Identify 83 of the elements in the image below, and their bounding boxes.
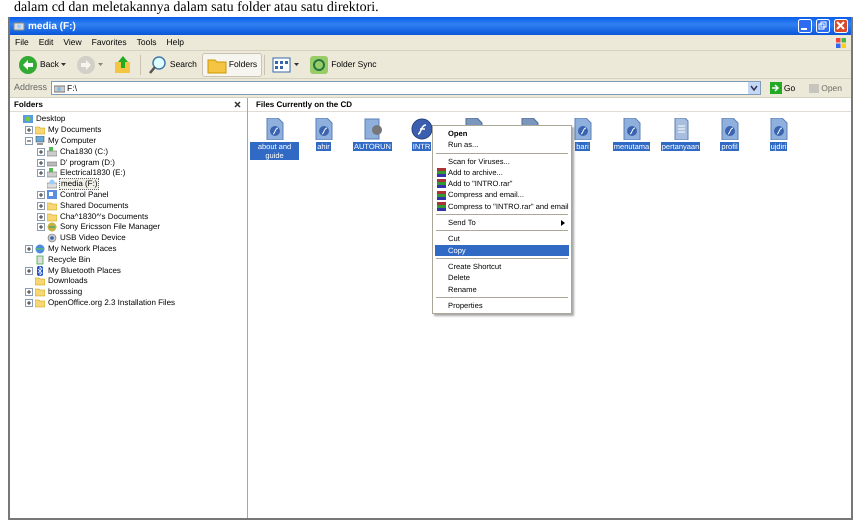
tree-item[interactable]: My Network Places [47, 244, 118, 254]
window-title: media (F:) [28, 20, 76, 34]
expander-icon[interactable] [37, 202, 45, 210]
menu-item[interactable]: View [58, 35, 87, 50]
phone-icon [47, 222, 57, 232]
tree-item[interactable]: brosssing [47, 287, 84, 298]
sync-button[interactable]: Folder Sync [304, 52, 382, 76]
tree-item[interactable]: Recycle Bin [47, 254, 92, 265]
tree-item[interactable]: Electrical1830 (E:) [59, 168, 126, 178]
tree-item[interactable]: Control Panel [59, 190, 110, 200]
tree-item[interactable]: D' program (D:) [59, 158, 116, 168]
expander-icon[interactable] [25, 244, 33, 253]
cd-drive-icon [47, 179, 57, 190]
tree-item[interactable]: OpenOffice.org 2.3 Installation Files [47, 298, 176, 308]
caret-icon [294, 63, 300, 66]
document-text: dalam cd dan meletakannya dalam satu folder atau satu direktori. [13, 0, 380, 16]
hard-drive-icon [47, 168, 57, 178]
caret-icon [60, 63, 66, 66]
bluetooth-icon [35, 266, 45, 276]
flash-document-icon [768, 118, 790, 140]
windows-logo-icon [835, 36, 847, 48]
menu-item[interactable]: Tools [132, 35, 162, 50]
caret-icon [98, 63, 103, 66]
expander-icon[interactable] [25, 126, 33, 134]
minimize-button[interactable] [798, 19, 812, 33]
flash-document-icon [264, 118, 286, 140]
views-icon [272, 54, 292, 74]
hard-drive-icon [47, 146, 57, 157]
dropdown-icon [748, 82, 760, 94]
flash-document-icon [718, 118, 740, 140]
expander-icon[interactable] [37, 190, 45, 199]
tree-item[interactable]: Desktop [35, 114, 66, 124]
back-button[interactable]: Back [13, 52, 71, 76]
control-panel-icon [47, 190, 57, 200]
tree-item[interactable]: My Documents [47, 125, 102, 136]
search-icon [148, 54, 168, 74]
menu-item[interactable]: Edit [34, 35, 58, 50]
recycle-bin-icon [35, 254, 45, 265]
menu-item[interactable]: Help [161, 35, 189, 50]
expander-icon[interactable] [25, 288, 33, 296]
up-folder-icon [112, 54, 133, 74]
sync-icon [309, 54, 330, 74]
close-button[interactable] [834, 19, 848, 33]
go-arrow-icon [770, 82, 782, 94]
cd-drive-icon [13, 20, 25, 32]
content-heading: Files Currently on the CD [256, 98, 352, 110]
search-button[interactable]: Search [142, 52, 202, 76]
computer-icon [35, 136, 45, 146]
network-icon [35, 244, 45, 254]
expander-icon[interactable] [25, 136, 33, 145]
tree-item[interactable]: USB Video Device [59, 233, 127, 244]
pane-title: Folders [14, 98, 43, 110]
address-label: Address [14, 81, 48, 94]
go-button[interactable]: Go [764, 80, 800, 96]
expander-icon[interactable] [25, 298, 33, 307]
expander-icon[interactable] [37, 158, 45, 167]
restore-button[interactable] [816, 19, 830, 33]
tree-item[interactable]: Downloads [47, 276, 89, 286]
tree-item[interactable]: Cha^1830^'s Documents [59, 212, 150, 222]
flash-document-icon [620, 118, 642, 140]
expander-icon[interactable] [37, 148, 45, 156]
flash-document-icon [572, 118, 594, 140]
close-icon[interactable] [234, 101, 241, 108]
tree-item[interactable]: media (F:) [59, 178, 100, 190]
tree-item[interactable]: Sony Ericsson File Manager [59, 222, 162, 232]
setup-file-icon [362, 118, 384, 140]
address-field[interactable]: F:\ [51, 81, 761, 95]
folders-button[interactable]: Folders [202, 52, 262, 76]
menu-item[interactable]: Favorites [86, 35, 132, 50]
expander-icon[interactable] [37, 223, 45, 232]
flash-document-icon [312, 118, 334, 140]
webcam-icon [47, 233, 57, 244]
expander-icon[interactable] [37, 212, 45, 221]
tree-item[interactable]: My Computer [47, 136, 98, 146]
drive-icon [54, 83, 66, 93]
tree-item[interactable]: Cha1830 (C:) [59, 146, 110, 157]
open-button[interactable]: Open [804, 80, 847, 96]
expander-icon[interactable] [25, 266, 33, 275]
expander-icon[interactable] [37, 169, 45, 178]
menu-item[interactable]: File [10, 35, 34, 50]
desktop-icon [23, 114, 33, 124]
tree-item[interactable]: Shared Documents [59, 200, 130, 211]
tree-item[interactable]: My Bluetooth Places [47, 266, 122, 276]
